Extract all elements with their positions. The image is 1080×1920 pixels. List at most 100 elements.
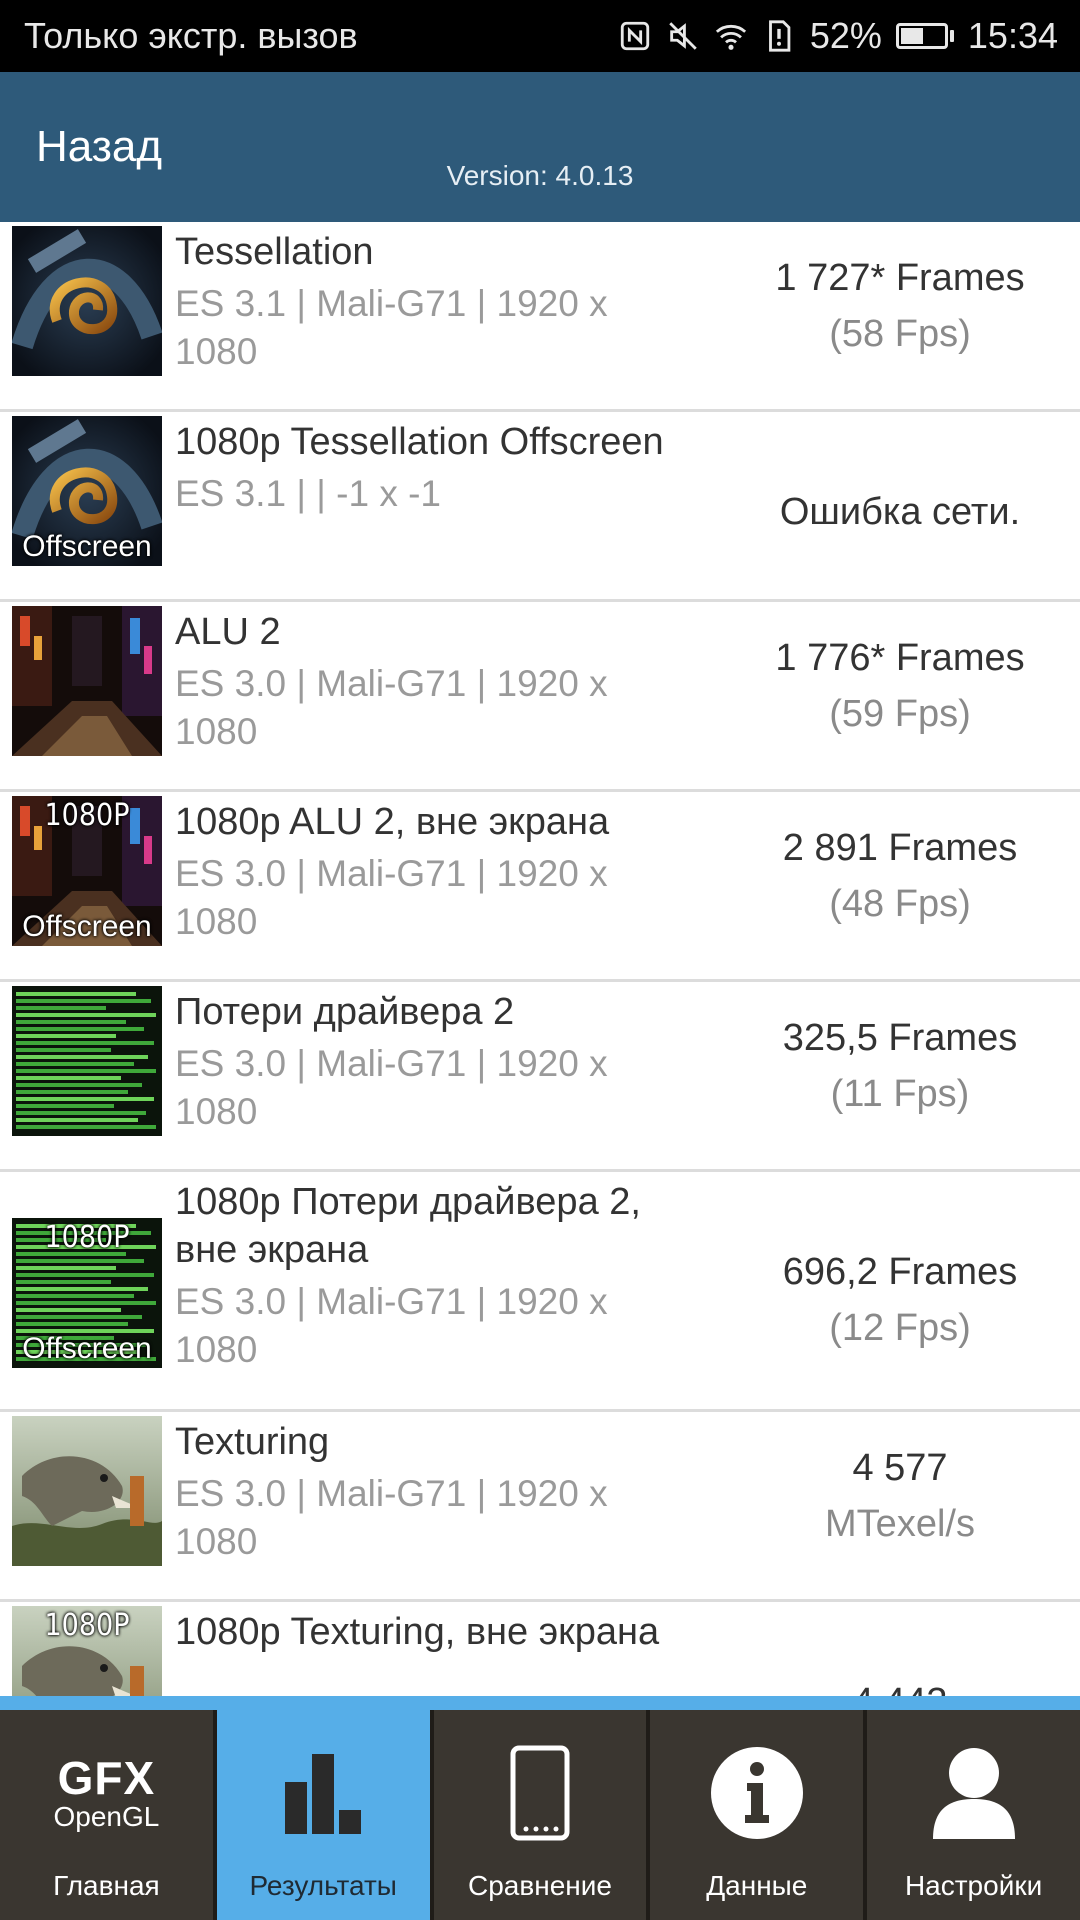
nav-label: Данные <box>706 1870 808 1901</box>
score-value: 2 891 Frames <box>782 827 1018 869</box>
mute-icon <box>666 18 700 54</box>
nav-icon-wrapper <box>281 1738 365 1848</box>
thumbnail-badge-bottom: Offscreen <box>22 530 152 563</box>
test-thumbnail: 1080P Offscreen <box>12 1218 162 1368</box>
score-value: 1 727* Frames <box>775 257 1025 299</box>
test-result-row[interactable]: ALU 2 ES 3.0 | Mali-G71 | 1920 x 1080 1 77… <box>0 602 1080 792</box>
test-thumbnail <box>12 606 162 756</box>
test-score: 4 443 <box>720 1674 1080 1696</box>
score-detail: MTexel/s <box>825 1503 975 1545</box>
nav-label: Настройки <box>904 1870 1043 1901</box>
user-icon <box>932 1748 1015 1839</box>
test-score: 2 891 Frames (48 Fps) <box>720 820 1080 932</box>
nfc-icon <box>618 18 652 54</box>
test-title: Потери драйвера 2 <box>175 991 515 1033</box>
test-thumbnail: 1080P <box>12 1606 162 1696</box>
carrier-text: Только экстр. вызов <box>24 15 358 56</box>
nav-label: Сравнение <box>468 1870 612 1901</box>
test-info: 1080p Потери драйвера 2, вне экрана ES 3.… <box>175 1178 695 1374</box>
nav-item-home[interactable]: GFX OpenGL Главная <box>0 1710 217 1920</box>
test-result-row[interactable]: Tessellation ES 3.1 | Mali-G71 | 1920 x 1… <box>0 222 1080 412</box>
score-detail: (58 Fps) <box>829 313 971 355</box>
test-config: ES 3.0 | Mali-G71 | 1920 x 1080 <box>175 1281 608 1370</box>
gfx-opengl-logo: GFX OpenGL <box>53 1755 159 1831</box>
test-score: Ошибка сети. <box>720 484 1080 540</box>
logo-line-2: OpenGL <box>53 1801 160 1832</box>
test-info: 1080p Texturing, вне экрана <box>175 1608 695 1656</box>
bottom-nav: GFX OpenGL Главная Результаты Сравнение Данны… <box>0 1696 1080 1920</box>
test-title: 1080p ALU 2, вне экрана <box>175 801 610 843</box>
test-config: ES 3.1 | Mali-G71 | 1920 x 1080 <box>175 283 608 372</box>
test-info: ALU 2 ES 3.0 | Mali-G71 | 1920 x 1080 <box>175 608 695 756</box>
thumbnail-badge-bottom: Offscreen <box>22 1332 152 1365</box>
test-title: Tessellation <box>175 231 374 273</box>
test-thumbnail <box>12 1416 162 1566</box>
score-value: Ошибка сети. <box>779 491 1021 533</box>
test-result-row[interactable]: Offscreen 1080p Tessellation Offscreen ES … <box>0 412 1080 602</box>
test-result-row[interactable]: Потери драйвера 2 ES 3.0 | Mali-G71 | 192… <box>0 982 1080 1172</box>
test-result-row[interactable]: 1080P Offscreen 1080p Потери драйвера 2, в… <box>0 1172 1080 1412</box>
wifi-icon <box>714 18 748 54</box>
clock: 15:34 <box>967 15 1058 56</box>
thumbnail-badge-top: 1080P <box>44 798 130 833</box>
test-score: 1 727* Frames (58 Fps) <box>720 250 1080 362</box>
test-info: Tessellation ES 3.1 | Mali-G71 | 1920 x 1… <box>175 228 695 376</box>
nav-item-settings[interactable]: Настройки <box>867 1710 1080 1920</box>
screen: Только экстр. вызов 52% 15:34 Назад Vers… <box>0 0 1080 1920</box>
score-detail: (11 Fps) <box>830 1073 970 1115</box>
score-value: 325,5 Frames <box>782 1017 1018 1059</box>
test-thumbnail <box>12 226 162 376</box>
logo-line-1: GFX <box>57 1752 156 1804</box>
test-config: ES 3.0 | Mali-G71 | 1920 x 1080 <box>175 663 608 752</box>
test-thumbnail: Offscreen <box>12 416 162 566</box>
test-score: 325,5 Frames (11 Fps) <box>720 1010 1080 1122</box>
test-config: ES 3.0 | Mali-G71 | 1920 x 1080 <box>175 853 608 942</box>
test-info: Texturing ES 3.0 | Mali-G71 | 1920 x 1080 <box>175 1418 695 1566</box>
nav-label: Главная <box>53 1870 160 1901</box>
score-value: 1 776* Frames <box>775 637 1025 679</box>
test-score: 696,2 Frames (12 Fps) <box>720 1244 1080 1356</box>
nav-item-results[interactable]: Результаты <box>216 1710 434 1920</box>
score-value: 696,2 Frames <box>782 1251 1018 1293</box>
test-title: ALU 2 <box>175 611 281 653</box>
status-icons: 52% 15:34 <box>618 15 1058 57</box>
score-value: 4 443 <box>720 1674 1080 1696</box>
thumbnail-badge-top: 1080P <box>44 1608 130 1643</box>
test-title: 1080p Tessellation Offscreen <box>175 421 664 463</box>
test-title: 1080p Потери драйвера 2, вне экрана <box>175 1181 641 1271</box>
test-result-row[interactable]: Texturing ES 3.0 | Mali-G71 | 1920 x 1080… <box>0 1412 1080 1602</box>
test-title: Texturing <box>175 1421 330 1463</box>
test-title: 1080p Texturing, вне экрана <box>175 1611 660 1653</box>
nav-item-info[interactable]: Данные <box>650 1710 868 1920</box>
test-info: 1080p Tessellation Offscreen ES 3.1 | | -… <box>175 418 695 518</box>
test-thumbnail: 1080P Offscreen <box>12 796 162 946</box>
phone-icon <box>510 1745 570 1841</box>
test-thumbnail <box>12 986 162 1136</box>
test-result-row[interactable]: 1080P Offscreen 1080p ALU 2, вне экрана ES … <box>0 792 1080 982</box>
status-bar: Только экстр. вызов 52% 15:34 <box>0 0 1080 72</box>
test-score: 4 577 MTexel/s <box>720 1440 1080 1552</box>
version-label: Version: 4.0.13 <box>446 160 634 191</box>
nav-item-compare[interactable]: Сравнение <box>433 1710 651 1920</box>
score-detail: (12 Fps) <box>829 1307 971 1349</box>
bar-chart-icon <box>285 1754 362 1834</box>
test-score: 1 776* Frames (59 Fps) <box>720 630 1080 742</box>
info-icon <box>710 1747 803 1839</box>
test-result-row[interactable]: 1080P 1080p Texturing, вне экрана 4 443 <box>0 1602 1080 1696</box>
nav-icon-wrapper <box>929 1738 1019 1848</box>
nav-icon-wrapper <box>510 1738 570 1848</box>
score-value: 4 577 <box>852 1447 948 1489</box>
test-info: Потери драйвера 2 ES 3.0 | Mali-G71 | 192… <box>175 988 695 1136</box>
nav-icon-wrapper <box>709 1738 805 1848</box>
thumbnail-badge-top: 1080P <box>44 1220 130 1255</box>
test-config: ES 3.0 | Mali-G71 | 1920 x 1080 <box>175 1043 608 1132</box>
test-config: ES 3.0 | Mali-G71 | 1920 x 1080 <box>175 1473 608 1562</box>
score-detail: (59 Fps) <box>829 693 971 735</box>
sim-alert-icon <box>762 18 796 54</box>
results-list[interactable]: Tessellation ES 3.1 | Mali-G71 | 1920 x 1… <box>0 222 1080 1696</box>
thumbnail-badge-bottom: Offscreen <box>22 910 152 943</box>
battery-icon <box>895 23 954 49</box>
nav-label: Результаты <box>249 1870 397 1901</box>
nav-icon-wrapper: GFX OpenGL <box>53 1738 159 1848</box>
score-detail: (48 Fps) <box>829 883 971 925</box>
